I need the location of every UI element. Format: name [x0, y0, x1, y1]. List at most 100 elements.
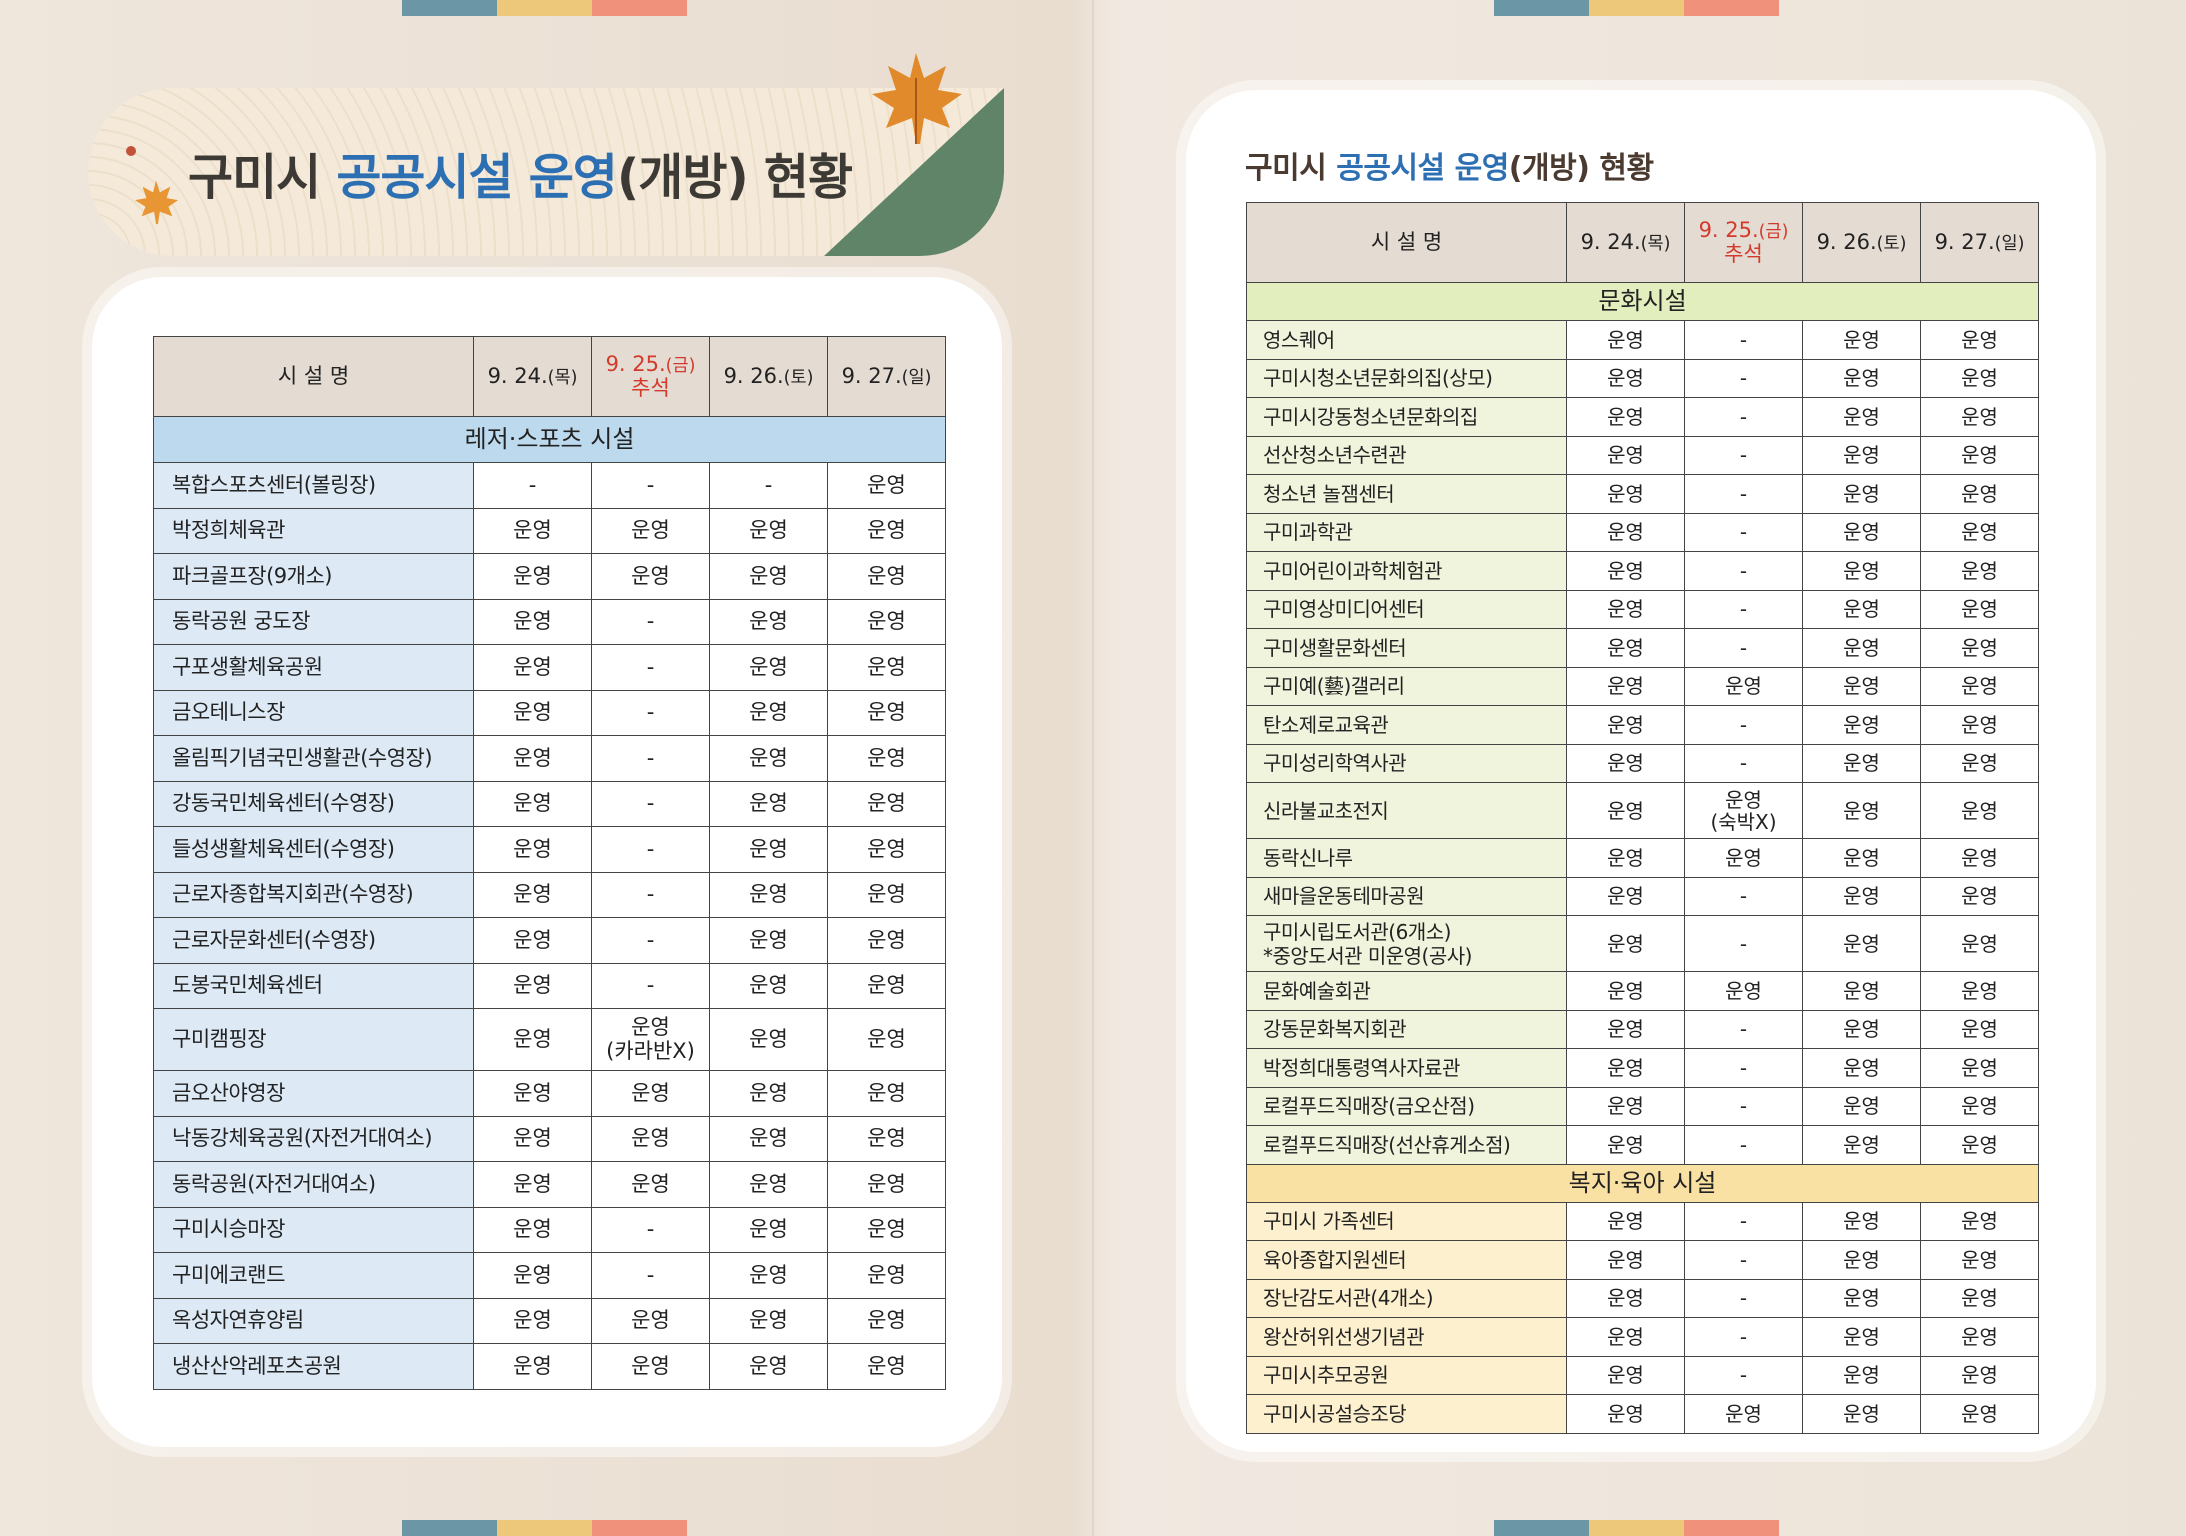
status-cell: 운영: [709, 1008, 828, 1071]
facility-name: 옥성자연휴양림: [153, 1297, 474, 1344]
status-cell: 운영: [709, 871, 828, 918]
status-cell: 운영: [473, 644, 592, 691]
table-header-row: 시 설 명 9. 24.(목) 9. 25.(금) 추석 9. 26.(토) 9.…: [1246, 202, 2039, 283]
facility-header: 시 설 명: [1246, 202, 1567, 283]
table-row: 로컬푸드직매장(금오산점) 운영 - 운영 운영: [1246, 1086, 2039, 1126]
page-title-left: 구미시 공공시설 운영(개방) 현황: [188, 149, 853, 206]
facility-name: 구미시청소년문화의집(상모): [1246, 358, 1567, 398]
status-cell: 운영: [1802, 743, 1921, 783]
status-cell: -: [1684, 1125, 1803, 1165]
status-cell: 운영: [709, 1115, 828, 1162]
table-row: 구미시공설승조당 운영 운영 운영 운영: [1246, 1394, 2039, 1434]
table-row: 박정희대통령역사자료관 운영 - 운영 운영: [1246, 1048, 2039, 1088]
status-cell: 운영: [473, 1115, 592, 1162]
facility-name: 구포생활체육공원: [153, 644, 474, 691]
status-cell: 운영: [1566, 1125, 1685, 1165]
table-row: 금오테니스장 운영 - 운영 운영: [153, 689, 946, 736]
status-cell: -: [1684, 1278, 1803, 1318]
table-row: 동락신나루 운영 운영 운영 운영: [1246, 838, 2039, 878]
date-header-holiday: 9. 25.(금) 추석: [591, 336, 710, 417]
status-cell: 운영: [1802, 358, 1921, 398]
table-row: 파크골프장(9개소) 운영 운영 운영 운영: [153, 553, 946, 600]
status-cell: 운영: [1802, 474, 1921, 514]
table-row: 구미생활문화센터 운영 - 운영 운영: [1246, 628, 2039, 668]
facility-name: 신라불교초전지: [1246, 782, 1567, 839]
status-cell: 운영: [709, 553, 828, 600]
culture-welfare-table: 시 설 명 9. 24.(목) 9. 25.(금) 추석 9. 26.(토) 9.…: [1246, 202, 2039, 1434]
status-cell: 운영: [1566, 1278, 1685, 1318]
facility-name: 구미생활문화센터: [1246, 628, 1567, 668]
status-cell: 운영: [827, 507, 946, 554]
status-cell: 운영: [1802, 971, 1921, 1011]
facility-name: 도봉국민체육센터: [153, 962, 474, 1009]
status-cell: 운영: [827, 1070, 946, 1117]
status-cell: -: [591, 780, 710, 827]
status-cell: 운영: [1802, 1009, 1921, 1049]
status-cell: 운영: [709, 1161, 828, 1208]
facility-name: 금오테니스장: [153, 689, 474, 736]
facility-header: 시 설 명: [153, 336, 474, 417]
status-cell: -: [1684, 435, 1803, 475]
status-cell: 운영: [473, 735, 592, 782]
facility-name: 근로자종합복지회관(수영장): [153, 871, 474, 918]
status-cell: -: [1684, 1201, 1803, 1241]
table-row: 강동국민체육센터(수영장) 운영 - 운영 운영: [153, 780, 946, 827]
status-cell: 운영: [827, 780, 946, 827]
table-row: 신라불교초전지 운영 운영 (숙박X) 운영 운영: [1246, 782, 2039, 839]
status-cell: -: [591, 826, 710, 873]
status-cell: 운영: [827, 871, 946, 918]
status-cell: -: [591, 689, 710, 736]
status-cell: 운영: [1684, 971, 1803, 1011]
bottom-color-stripe-right: [1494, 1520, 1779, 1536]
status-cell: 운영: [1802, 512, 1921, 552]
facility-name: 구미시공설승조당: [1246, 1394, 1567, 1434]
table-row: 문화예술회관 운영 운영 운영 운영: [1246, 971, 2039, 1011]
status-cell: 운영: [473, 553, 592, 600]
status-cell: 운영: [1566, 1317, 1685, 1357]
status-cell: 운영: [827, 1343, 946, 1390]
table-row: 동락공원(자전거대여소) 운영 운영 운영 운영: [153, 1161, 946, 1208]
status-cell: 운영: [709, 735, 828, 782]
status-cell: 운영: [1920, 1086, 2039, 1126]
status-cell: 운영: [709, 1206, 828, 1253]
table-row: 낙동강체육공원(자전거대여소) 운영 운영 운영 운영: [153, 1115, 946, 1162]
facility-name: 구미시 가족센터: [1246, 1201, 1567, 1241]
status-cell: 운영: [1566, 551, 1685, 591]
status-cell: 운영: [591, 1161, 710, 1208]
category-label: 문화시설: [1246, 282, 2039, 321]
facility-name: 박정희대통령역사자료관: [1246, 1048, 1567, 1088]
table-row: 구미캠핑장 운영 운영 (카라반X) 운영 운영: [153, 1008, 946, 1071]
status-cell: 운영: [1802, 1125, 1921, 1165]
page-spine: [1092, 0, 1094, 1536]
status-cell: 운영: [827, 735, 946, 782]
facility-name: 구미캠핑장: [153, 1008, 474, 1071]
table-row: 구미시립도서관(6개소) *중앙도서관 미운영(공사) 운영 - 운영 운영: [1246, 915, 2039, 972]
date-header: 9. 26.(토): [709, 336, 828, 417]
table-row: 구미과학관 운영 - 운영 운영: [1246, 512, 2039, 552]
facility-name: 구미시추모공원: [1246, 1355, 1567, 1395]
date-header: 9. 26.(토): [1802, 202, 1921, 283]
status-cell: 운영: [1802, 1048, 1921, 1088]
status-cell: 운영: [1802, 1201, 1921, 1241]
status-cell: 운영: [473, 1343, 592, 1390]
table-row: 구미예(藝)갤러리 운영 운영 운영 운영: [1246, 666, 2039, 706]
category-row: 레저·스포츠 시설: [153, 416, 946, 463]
table-row: 금오산야영장 운영 운영 운영 운영: [153, 1070, 946, 1117]
status-cell: 운영: [1802, 628, 1921, 668]
status-cell: 운영: [1566, 320, 1685, 360]
table-row: 구미시강동청소년문화의집 운영 - 운영 운영: [1246, 397, 2039, 437]
status-cell: 운영: [827, 917, 946, 964]
table-row: 근로자종합복지회관(수영장) 운영 - 운영 운영: [153, 871, 946, 918]
table-row: 강동문화복지회관 운영 - 운영 운영: [1246, 1009, 2039, 1049]
status-cell: 운영: [709, 962, 828, 1009]
status-cell: 운영: [1920, 1278, 2039, 1318]
status-cell: -: [591, 735, 710, 782]
top-color-stripe-right: [1494, 0, 1779, 16]
table-row: 구미시승마장 운영 - 운영 운영: [153, 1206, 946, 1253]
status-cell: 운영: [827, 689, 946, 736]
facility-name: 장난감도서관(4개소): [1246, 1278, 1567, 1318]
status-cell: 운영: [591, 553, 710, 600]
status-cell: 운영: [1566, 838, 1685, 878]
status-cell: 운영: [1566, 474, 1685, 514]
status-cell: 운영: [1920, 666, 2039, 706]
